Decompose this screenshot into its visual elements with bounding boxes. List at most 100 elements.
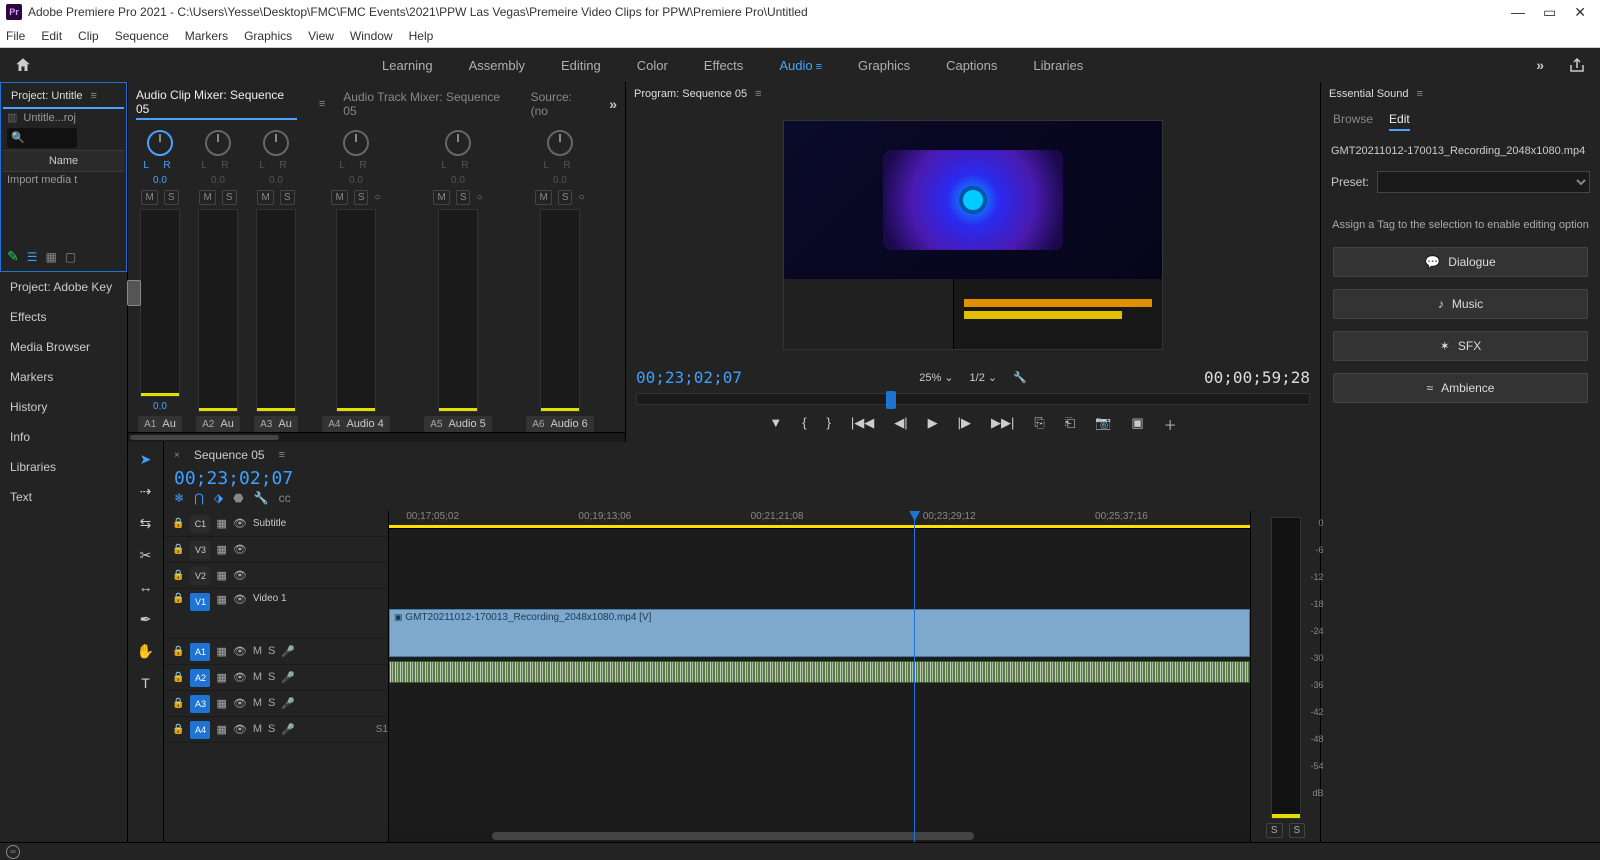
menu-markers[interactable]: Markers [185, 29, 228, 43]
preset-select[interactable] [1377, 171, 1590, 193]
slip-tool[interactable]: ↔ [135, 576, 157, 598]
track-target[interactable]: C1 [190, 515, 210, 533]
mic-icon[interactable]: 🎤 [281, 723, 295, 736]
export-frame-button[interactable]: 📷 [1095, 415, 1111, 434]
pan-knob[interactable] [445, 130, 471, 156]
tab-markers[interactable]: Markers [0, 362, 127, 392]
solo-button[interactable]: S [222, 190, 237, 205]
sync-lock-icon[interactable]: ▦ [216, 569, 226, 582]
solo-button[interactable]: S [164, 190, 179, 205]
es-edit-tab[interactable]: Edit [1389, 112, 1410, 131]
program-scrubber[interactable] [636, 393, 1310, 405]
workspace-editing[interactable]: Editing [561, 54, 601, 77]
pan-knob[interactable] [343, 130, 369, 156]
overflow-button[interactable]: » [1536, 57, 1544, 73]
tag-ambience-button[interactable]: ≈Ambience [1333, 373, 1588, 403]
tab-effects[interactable]: Effects [0, 302, 127, 332]
video-track-header-v2[interactable]: 🔒 V2 ▦👁 [164, 563, 388, 589]
workspace-effects[interactable]: Effects [704, 54, 744, 77]
mixer-tab-track[interactable]: Audio Track Mixer: Sequence 05 [343, 90, 512, 118]
pan-knob[interactable] [547, 130, 573, 156]
freeform-view-icon[interactable]: ▢ [65, 250, 76, 264]
minimize-button[interactable]: — [1511, 4, 1525, 21]
step-forward-button[interactable]: |▶ [958, 415, 971, 434]
menu-window[interactable]: Window [350, 29, 393, 43]
pan-knob[interactable] [147, 130, 173, 156]
track-target[interactable]: A2 [190, 669, 210, 687]
maximize-button[interactable]: ▭ [1543, 4, 1556, 21]
tag-music-button[interactable]: ♪Music [1333, 289, 1588, 319]
channel-write[interactable]: ○ [578, 192, 584, 203]
workspace-captions[interactable]: Captions [946, 54, 997, 77]
audio-track-header-a3[interactable]: 🔒 A3 ▦👁MS🎤 [164, 691, 388, 717]
pen-tool[interactable]: ✒ [135, 608, 157, 630]
essential-sound-tab[interactable]: Essential Sound≡ [1321, 82, 1600, 106]
project-search[interactable] [7, 128, 77, 148]
workspace-color[interactable]: Color [637, 54, 668, 77]
mic-icon[interactable]: 🎤 [281, 645, 295, 658]
lock-icon[interactable]: 🔒 [172, 518, 184, 529]
close-sequence[interactable]: × [174, 450, 180, 461]
ripple-tool[interactable]: ⇆ [135, 512, 157, 534]
step-back-button[interactable]: ◀| [894, 415, 907, 434]
snap-icon[interactable]: ❄ [174, 491, 184, 505]
resolution-select[interactable]: 1/2 ⌄ [970, 371, 998, 384]
audio-track-header-a2[interactable]: 🔒 A2 ▦👁MS🎤 [164, 665, 388, 691]
export-button[interactable] [1568, 56, 1586, 74]
pan-knob[interactable] [205, 130, 231, 156]
tab-history[interactable]: History [0, 392, 127, 422]
tag-dialogue-button[interactable]: 💬Dialogue [1333, 247, 1588, 277]
menu-clip[interactable]: Clip [78, 29, 99, 43]
video-clip[interactable]: ▣ GMT20211012-170013_Recording_2048x1080… [389, 609, 1250, 657]
mic-icon[interactable]: 🎤 [281, 697, 295, 710]
mark-out-button[interactable]: } [827, 415, 831, 434]
menu-file[interactable]: File [6, 29, 25, 43]
workspace-audio[interactable]: Audio [779, 54, 822, 77]
toggle-output-icon[interactable]: 👁 [233, 697, 247, 710]
toggle-output-icon[interactable]: 👁 [233, 543, 247, 556]
lock-icon[interactable]: 🔒 [172, 724, 184, 735]
tab-libraries[interactable]: Libraries [0, 452, 127, 482]
solo-button[interactable]: S [456, 190, 471, 205]
mute-button[interactable]: M [141, 190, 157, 205]
sequence-tab[interactable]: Sequence 05 [194, 448, 265, 462]
selection-tool[interactable]: ➤ [135, 448, 157, 470]
tag-sfx-button[interactable]: ✶SFX [1333, 331, 1588, 361]
toggle-output-icon[interactable]: 👁 [233, 517, 247, 530]
video-track-header-v3[interactable]: 🔒 V3 ▦👁 [164, 537, 388, 563]
lock-icon[interactable]: 🔒 [172, 593, 184, 604]
type-tool[interactable]: T [135, 672, 157, 694]
mixer-overflow[interactable]: » [609, 96, 617, 112]
zoom-select[interactable]: 25% ⌄ [919, 371, 953, 384]
play-button[interactable]: ▶ [928, 415, 938, 434]
workspace-learning[interactable]: Learning [382, 54, 433, 77]
add-marker-button[interactable]: ▼ [769, 415, 782, 434]
channel-label[interactable]: A1Au [138, 416, 182, 432]
toggle-output-icon[interactable]: 👁 [233, 593, 247, 606]
toggle-output-icon[interactable]: 👁 [233, 723, 247, 736]
lock-icon[interactable]: 🔒 [172, 544, 184, 555]
mixer-tab-clip[interactable]: Audio Clip Mixer: Sequence 05 [136, 88, 297, 120]
settings-icon[interactable]: 🔧 [1013, 371, 1027, 384]
sync-lock-icon[interactable]: ▦ [216, 593, 226, 606]
home-button[interactable] [14, 56, 32, 74]
solo-left[interactable]: S [1266, 823, 1283, 838]
close-button[interactable]: ✕ [1574, 4, 1586, 21]
channel-write[interactable]: ○ [476, 192, 482, 203]
audio-track-header-a4[interactable]: 🔒 A4 ▦👁MS🎤 S1 [164, 717, 388, 743]
project-tab[interactable]: Project: Untitle≡ [3, 85, 124, 109]
audio-clip[interactable] [389, 661, 1250, 683]
workspace-assembly[interactable]: Assembly [469, 54, 525, 77]
lock-icon[interactable]: 🔒 [172, 646, 184, 657]
mark-in-button[interactable]: { [802, 415, 806, 434]
mixer-tab-source[interactable]: Source: (no [531, 90, 592, 118]
button-editor[interactable]: ＋ [1164, 415, 1177, 434]
mute-button[interactable]: M [433, 190, 449, 205]
lock-icon[interactable]: 🔒 [172, 672, 184, 683]
new-item-icon[interactable]: ✎ [7, 248, 19, 265]
channel-label[interactable]: A2Au [196, 416, 240, 432]
list-view-icon[interactable]: ☰ [27, 250, 38, 264]
tab-info[interactable]: Info [0, 422, 127, 452]
timeline-tracks[interactable]: 00;17;05;0200;19;13;0600;21;21;0800;23;2… [389, 511, 1250, 842]
wrench-icon[interactable]: 🔧 [254, 491, 269, 505]
